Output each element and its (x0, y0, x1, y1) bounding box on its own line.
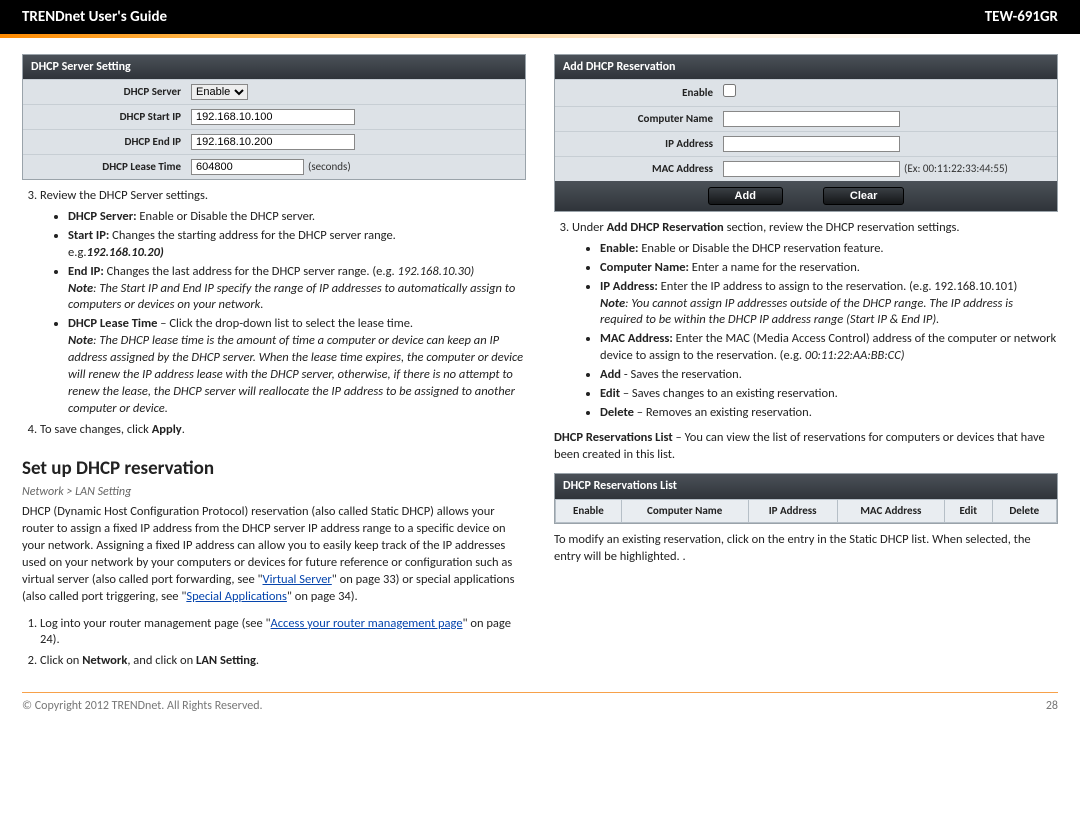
bullet-name: Computer Name: Enter a name for the rese… (600, 260, 1058, 277)
section-title: Set up DHCP reservation (22, 456, 526, 482)
panel-title: DHCP Reservations List (555, 474, 1057, 498)
add-button[interactable]: Add (708, 187, 783, 205)
copyright: © Copyright 2012 TRENDnet. All Rights Re… (22, 699, 263, 713)
bullet-ip: IP Address: Enter the IP address to assi… (600, 279, 1058, 330)
col-mac: MAC Address (837, 499, 944, 523)
panel-title: DHCP Server Setting (23, 55, 525, 79)
bullet-enable: Enable: Enable or Disable the DHCP reser… (600, 241, 1058, 258)
link-virtual-server[interactable]: Virtual Server (263, 572, 332, 587)
label: DHCP Lease Time (31, 160, 191, 175)
right-steps: Under Add DHCP Reservation section, revi… (554, 220, 1058, 422)
computer-name-input[interactable] (723, 111, 900, 127)
right-column: Add DHCP Reservation Enable Computer Nam… (554, 54, 1058, 678)
link-special-applications[interactable]: Special Applications (186, 589, 287, 604)
lease-suffix: (seconds) (308, 160, 351, 175)
col-edit: Edit (944, 499, 992, 523)
label: DHCP Server (31, 85, 191, 100)
col-name: Computer Name (621, 499, 748, 523)
lease-input[interactable] (191, 159, 304, 175)
label: DHCP Start IP (31, 110, 191, 125)
col-enable: Enable (556, 499, 622, 523)
page-footer: © Copyright 2012 TRENDnet. All Rights Re… (0, 693, 1080, 713)
dhcp-server-select[interactable]: Enable (191, 84, 248, 100)
breadcrumb: Network > LAN Setting (22, 484, 526, 500)
reservation-bullets: Enable: Enable or Disable the DHCP reser… (572, 241, 1058, 422)
label: Enable (563, 86, 723, 101)
row-mac: MAC Address (Ex: 00:11:22:33:44:55) (555, 156, 1057, 181)
header-left: TRENDnet User's Guide (22, 8, 167, 26)
page-number: 28 (1046, 699, 1058, 713)
review-bullets: DHCP Server: Enable or Disable the DHCP … (40, 209, 526, 418)
start-ip-input[interactable] (191, 109, 355, 125)
row-dhcp-server: DHCP Server Enable (23, 79, 525, 104)
end-ip-input[interactable] (191, 134, 355, 150)
reservations-list-note: DHCP Reservations List – You can view th… (554, 430, 1058, 464)
bullet-end-ip: End IP: Changes the last address for the… (68, 264, 526, 315)
left-column: DHCP Server Setting DHCP Server Enable D… (22, 54, 526, 678)
add-reservation-panel: Add DHCP Reservation Enable Computer Nam… (554, 54, 1058, 212)
page-header: TRENDnet User's Guide TEW-691GR (0, 0, 1080, 34)
label: IP Address (563, 137, 723, 152)
reservation-steps: Log into your router management page (se… (22, 616, 526, 671)
label: Computer Name (563, 112, 723, 127)
panel-title: Add DHCP Reservation (555, 55, 1057, 79)
left-steps: Review the DHCP Server settings. DHCP Se… (22, 188, 526, 438)
dhcp-server-panel: DHCP Server Setting DHCP Server Enable D… (22, 54, 526, 180)
bullet-dhcp-server: DHCP Server: Enable or Disable the DHCP … (68, 209, 526, 226)
row-computer-name: Computer Name (555, 106, 1057, 131)
col-delete: Delete (992, 499, 1056, 523)
resv-step-2: Click on Network, and click on LAN Setti… (40, 653, 526, 670)
bullet-mac: MAC Address: Enter the MAC (Media Access… (600, 331, 1058, 365)
col-ip: IP Address (748, 499, 837, 523)
table-header-row: Enable Computer Name IP Address MAC Addr… (556, 499, 1057, 523)
mac-hint: (Ex: 00:11:22:33:44:55) (904, 162, 1008, 177)
row-enable: Enable (555, 79, 1057, 106)
label: DHCP End IP (31, 135, 191, 150)
row-lease: DHCP Lease Time (seconds) (23, 154, 525, 179)
panel-button-bar: Add Clear (555, 181, 1057, 211)
row-end-ip: DHCP End IP (23, 129, 525, 154)
resv-step-1: Log into your router management page (se… (40, 616, 526, 650)
page-body: DHCP Server Setting DHCP Server Enable D… (0, 34, 1080, 688)
reservations-list-panel: DHCP Reservations List Enable Computer N… (554, 473, 1058, 524)
link-access-router[interactable]: Access your router management page (271, 616, 463, 631)
step-4: To save changes, click Apply. (40, 422, 526, 439)
bullet-delete: Delete – Removes an existing reservation… (600, 405, 1058, 422)
row-ip: IP Address (555, 131, 1057, 156)
row-start-ip: DHCP Start IP (23, 104, 525, 129)
clear-button[interactable]: Clear (823, 187, 905, 205)
enable-checkbox[interactable] (723, 84, 736, 97)
bullet-lease: DHCP Lease Time – Click the drop-down li… (68, 316, 526, 417)
header-right: TEW-691GR (985, 8, 1058, 26)
bullet-edit: Edit – Saves changes to an existing rese… (600, 386, 1058, 403)
reservations-table: Enable Computer Name IP Address MAC Addr… (555, 499, 1057, 524)
step-3: Review the DHCP Server settings. DHCP Se… (40, 188, 526, 417)
ip-input[interactable] (723, 136, 900, 152)
label: MAC Address (563, 162, 723, 177)
bullet-add: Add - Saves the reservation. (600, 367, 1058, 384)
modify-note: To modify an existing reservation, click… (554, 532, 1058, 566)
mac-input[interactable] (723, 161, 900, 177)
right-step-3: Under Add DHCP Reservation section, revi… (572, 220, 1058, 422)
reservation-intro: DHCP (Dynamic Host Configuration Protoco… (22, 504, 526, 605)
bullet-start-ip: Start IP: Changes the starting address f… (68, 228, 526, 262)
